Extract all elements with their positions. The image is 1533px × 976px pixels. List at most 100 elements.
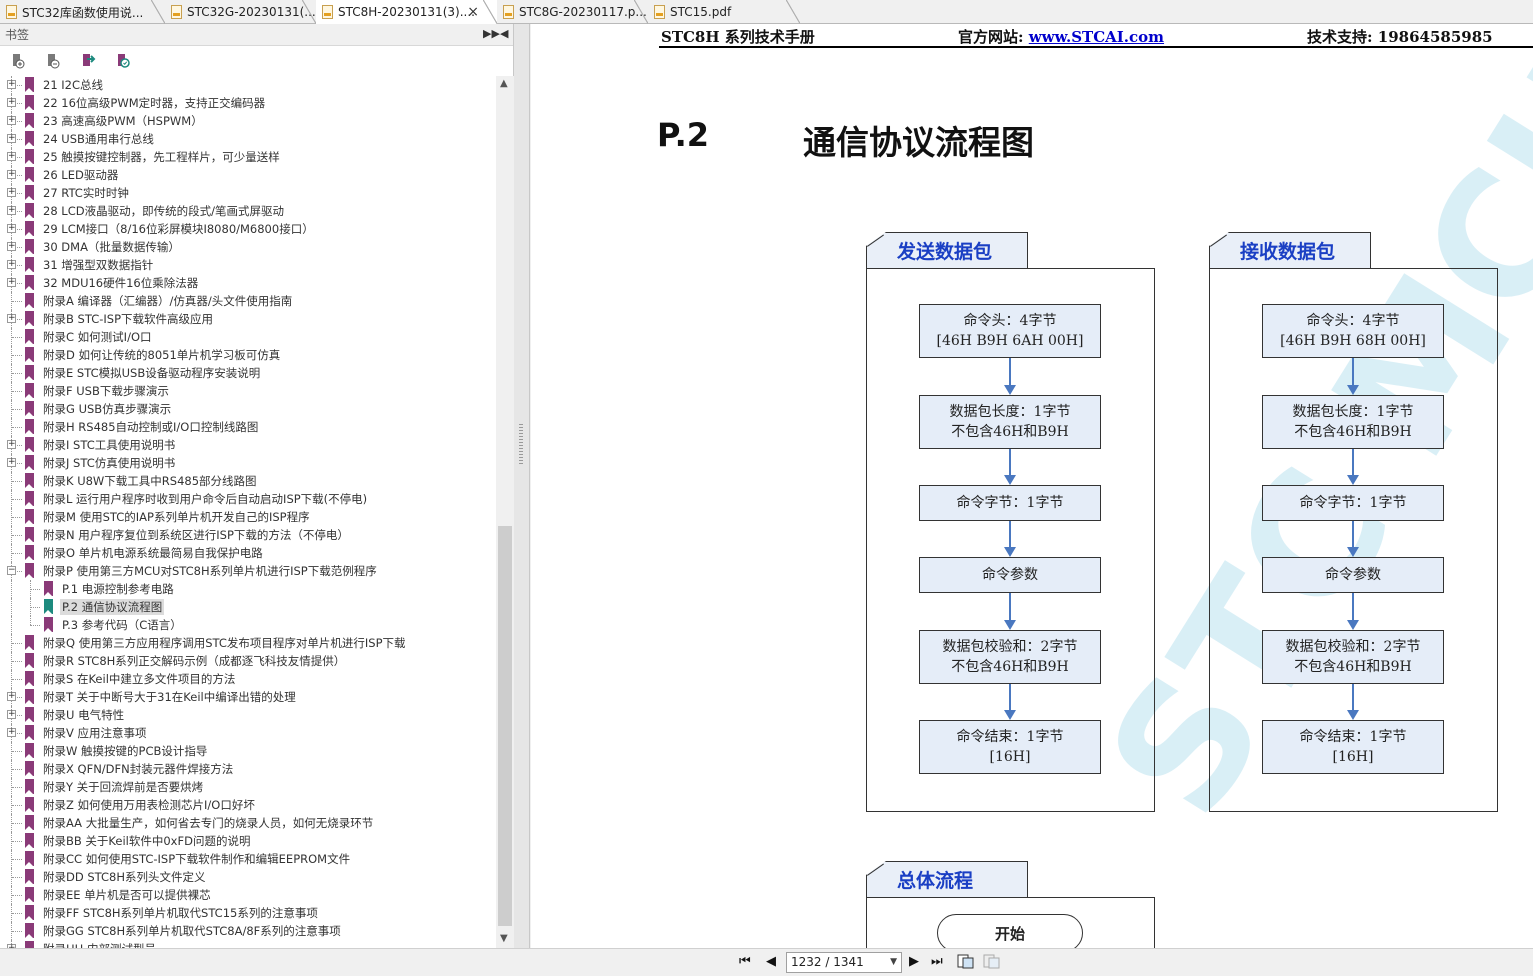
expand-icon[interactable]: +	[7, 170, 16, 179]
bookmark-item[interactable]: 附录F USB下载步骤演示	[0, 382, 496, 400]
bookmark-item[interactable]: 附录D 如何让传统的8051单片机学习板可仿真	[0, 346, 496, 364]
bookmark-item[interactable]: + 附录V 应用注意事项	[0, 724, 496, 742]
expand-icon[interactable]: +	[7, 314, 16, 323]
expand-icon[interactable]: +	[7, 80, 16, 89]
page-number-input[interactable]: 1232 / 1341 ▼	[786, 952, 902, 973]
flow-arrow	[1004, 521, 1016, 557]
bookmark-item[interactable]: 附录Y 关于回流焊前是否要烘烤	[0, 778, 496, 796]
panel-splitter[interactable]	[514, 24, 530, 948]
expand-icon[interactable]: +	[7, 458, 16, 467]
bookmark-item[interactable]: P.1 电源控制参考电路	[0, 580, 496, 598]
bookmark-item[interactable]: 附录O 单片机电源系统最简易自我保护电路	[0, 544, 496, 562]
bookmark-item[interactable]: +29 LCM接口（8/16位彩屏模块I8080/M6800接口）	[0, 220, 496, 238]
expand-icon[interactable]: +	[7, 440, 16, 449]
bookmark-item[interactable]: 附录W 触摸按键的PCB设计指导	[0, 742, 496, 760]
document-tab[interactable]: STC32G-20230131(...	[165, 0, 316, 24]
bookmark-item[interactable]: − 附录P 使用第三方MCU对STC8H系列单片机进行ISP下载范例程序	[0, 562, 496, 580]
bookmark-item[interactable]: 附录N 用户程序复位到系统区进行ISP下载的方法（不停电）	[0, 526, 496, 544]
scrollbar-thumb[interactable]	[498, 526, 512, 926]
bookmark-item[interactable]: 附录M 使用STC的IAP系列单片机开发自己的ISP程序	[0, 508, 496, 526]
bookmark-scrollbar[interactable]: ▲ ▼	[496, 76, 514, 948]
bookmark-item[interactable]: 附录H RS485自动控制或I/O口控制线路图	[0, 418, 496, 436]
expand-icon[interactable]: +	[7, 152, 16, 161]
bookmark-item[interactable]: 附录L 运行用户程序时收到用户命令后自动启动ISP下载(不停电)	[0, 490, 496, 508]
bookmark-item[interactable]: 附录E STC模拟USB设备驱动程序安装说明	[0, 364, 496, 382]
expand-icon[interactable]: +	[7, 224, 16, 233]
bookmark-item[interactable]: 附录C 如何测试I/O口	[0, 328, 496, 346]
panel-collapse-icon[interactable]: ◀	[500, 27, 508, 40]
document-tab[interactable]: STC8G-20230117.p...	[497, 0, 648, 24]
expand-icon[interactable]: +	[7, 728, 16, 737]
document-tab[interactable]: STC8H-20230131(3).... ×	[316, 0, 497, 24]
bookmark-item[interactable]: +23 高速高级PWM（HSPWM）	[0, 112, 496, 130]
expand-icon[interactable]: +	[7, 692, 16, 701]
panel-expand-icon[interactable]: ▶▶	[483, 27, 500, 40]
bookmark-item[interactable]: 附录Q 使用第三方应用程序调用STC发布项目程序对单片机进行ISP下载	[0, 634, 496, 652]
bookmark-icon	[25, 77, 34, 92]
last-page-icon[interactable]: ⏭	[931, 954, 943, 969]
previous-page-icon[interactable]: ◀	[766, 954, 776, 969]
bookmark-item[interactable]: 附录DD STC8H系列头文件定义	[0, 868, 496, 886]
bookmark-item[interactable]: 附录G USB仿真步骤演示	[0, 400, 496, 418]
bookmark-item[interactable]: +28 LCD液晶驱动，即传统的段式/笔画式屏驱动	[0, 202, 496, 220]
bookmark-item[interactable]: 附录A 编译器（汇编器）/仿真器/头文件使用指南	[0, 292, 496, 310]
expand-icon[interactable]: +	[7, 242, 16, 251]
document-tab[interactable]: STC15.pdf	[648, 0, 800, 24]
bookmark-find-icon[interactable]	[115, 53, 131, 69]
expand-icon[interactable]: +	[7, 98, 16, 107]
bookmark-item[interactable]: 附录R STC8H系列正交解码示例（成都逐飞科技友情提供）	[0, 652, 496, 670]
expand-icon[interactable]: +	[7, 116, 16, 125]
bookmark-expand-icon[interactable]	[10, 53, 26, 69]
bookmark-item[interactable]: +25 触摸按键控制器，先工程样片，可少量送样	[0, 148, 496, 166]
bookmark-item[interactable]: 附录BB 关于Keil软件中0xFD问题的说明	[0, 832, 496, 850]
bookmark-item[interactable]: +30 DMA（批量数据传输）	[0, 238, 496, 256]
bookmark-item[interactable]: P.3 参考代码（C语言）	[0, 616, 496, 634]
next-page-icon[interactable]: ▶	[909, 954, 919, 969]
expand-icon[interactable]: +	[7, 134, 16, 143]
scroll-up-icon[interactable]: ▲	[500, 78, 508, 89]
splitter-grip-icon[interactable]	[519, 424, 523, 464]
document-tab[interactable]: STC32库函数使用说...	[0, 0, 165, 24]
bookmark-item[interactable]: 附录AA 大批量生产，如何省去专门的烧录人员，如何无烧录环节	[0, 814, 496, 832]
bookmark-item[interactable]: 附录FF STC8H系列单片机取代STC15系列的注意事项	[0, 904, 496, 922]
expand-icon[interactable]: +	[7, 206, 16, 215]
expand-icon[interactable]: +	[7, 260, 16, 269]
bookmark-item[interactable]: 附录EE 单片机是否可以提供裸芯	[0, 886, 496, 904]
bookmark-item[interactable]: +24 USB通用串行总线	[0, 130, 496, 148]
bookmark-goto-icon[interactable]	[80, 53, 96, 69]
bookmark-item[interactable]: 附录CC 如何使用STC-ISP下载软件制作和编辑EEPROM文件	[0, 850, 496, 868]
bookmark-item[interactable]: 附录Z 如何使用万用表检测芯片I/O口好坏	[0, 796, 496, 814]
chevron-down-icon[interactable]: ▼	[890, 953, 897, 972]
bookmark-item[interactable]: +32 MDU16硬件16位乘除法器	[0, 274, 496, 292]
expand-icon[interactable]: +	[7, 278, 16, 287]
website-link[interactable]: www.STCAI.com	[1029, 28, 1164, 46]
bookmark-item[interactable]: +27 RTC实时时钟	[0, 184, 496, 202]
bookmark-item[interactable]: + 附录I STC工具使用说明书	[0, 436, 496, 454]
expand-icon[interactable]: +	[7, 188, 16, 197]
bookmark-item[interactable]: 附录GG STC8H系列单片机取代STC8A/8F系列的注意事项	[0, 922, 496, 940]
collapse-icon[interactable]: −	[7, 566, 16, 575]
close-icon[interactable]: ×	[467, 4, 479, 20]
bookmark-item[interactable]: +26 LED驱动器	[0, 166, 496, 184]
bookmark-label: 23 高速高级PWM（HSPWM）	[43, 114, 203, 128]
bookmark-item[interactable]: + 附录T 关于中断号大于31在Keil中编译出错的处理	[0, 688, 496, 706]
bookmark-collapse-icon[interactable]	[45, 53, 61, 69]
bookmark-item[interactable]: 附录K U8W下载工具中RS485部分线路图	[0, 472, 496, 490]
bookmark-item-selected[interactable]: P.2 通信协议流程图	[0, 598, 496, 616]
next-view-icon[interactable]	[983, 954, 1001, 974]
bookmark-item[interactable]: + 附录U 电气特性	[0, 706, 496, 724]
scroll-down-icon[interactable]: ▼	[500, 933, 508, 944]
bookmark-item[interactable]: +21 I2C总线	[0, 76, 496, 94]
bookmark-item[interactable]: + 附录J STC仿真使用说明书	[0, 454, 496, 472]
bookmark-item[interactable]: +附录HH 内部测试型号	[0, 940, 496, 948]
first-page-icon[interactable]: ⏮	[739, 954, 751, 969]
bookmark-label: P.1 电源控制参考电路	[62, 582, 174, 596]
header-website-label: 官方网站:	[958, 28, 1029, 46]
expand-icon[interactable]: +	[7, 710, 16, 719]
bookmark-item[interactable]: +31 增强型双数据指针	[0, 256, 496, 274]
bookmark-item[interactable]: + 附录B STC-ISP下载软件高级应用	[0, 310, 496, 328]
previous-view-icon[interactable]	[957, 954, 975, 974]
bookmark-item[interactable]: 附录X QFN/DFN封装元器件焊接方法	[0, 760, 496, 778]
bookmark-item[interactable]: +22 16位高级PWM定时器，支持正交编码器	[0, 94, 496, 112]
bookmark-item[interactable]: 附录S 在Keil中建立多文件项目的方法	[0, 670, 496, 688]
